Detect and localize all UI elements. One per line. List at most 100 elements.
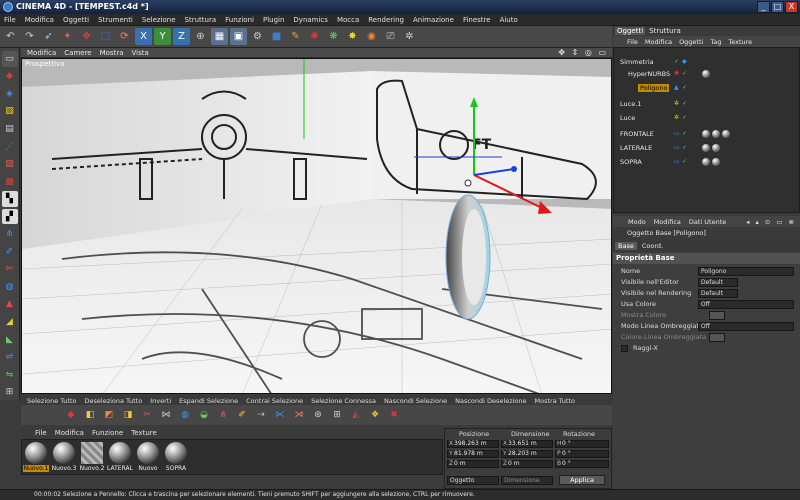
camera-icon[interactable]: ⎚ <box>382 28 399 45</box>
material-item[interactable]: LATERAL <box>107 442 133 472</box>
menu-plugin[interactable]: Plugin <box>263 16 284 24</box>
menu-aiuto[interactable]: Aiuto <box>500 16 518 24</box>
lock-y-icon[interactable]: Y <box>154 28 171 45</box>
deselect-all-link[interactable]: Deseleziona Tutto <box>85 397 143 405</box>
brush-tool-icon[interactable]: ✐ <box>234 407 250 423</box>
bridge-tool-icon[interactable]: ◨ <box>120 407 136 423</box>
object-row-frontale[interactable]: FRONTALE ▭ ✓ <box>614 128 799 140</box>
object-check-icon[interactable]: ✓ <box>682 84 687 91</box>
menu-rendering[interactable]: Rendering <box>368 16 404 24</box>
material-tag-icon[interactable] <box>702 130 710 138</box>
render-picture-icon[interactable]: ▣ <box>230 28 247 45</box>
material-tag-icon[interactable] <box>702 70 710 78</box>
magnet-tool-icon[interactable]: ⋔ <box>215 407 231 423</box>
bevel-icon[interactable]: ◢ <box>2 314 18 330</box>
nurbs-icon[interactable]: ✺ <box>306 28 323 45</box>
edges-mode-icon[interactable]: ▨ <box>2 156 18 172</box>
checker-icon[interactable]: ▚ <box>1 191 18 207</box>
stitch-tool-icon[interactable]: ❖ <box>367 407 383 423</box>
om-menu-file[interactable]: File <box>627 38 638 46</box>
extrude-inner-icon[interactable]: ◧ <box>82 407 98 423</box>
render-settings-icon[interactable]: ⚙ <box>249 28 266 45</box>
invert-selection-link[interactable]: Inverti <box>150 397 171 405</box>
coord-mode-dropdown[interactable]: Oggetto <box>447 476 499 485</box>
smooth-icon[interactable]: ◣ <box>2 332 18 348</box>
live-select-icon[interactable]: ✦ <box>59 28 76 45</box>
line-color-swatch[interactable] <box>709 333 725 342</box>
menu-strumenti[interactable]: Strumenti <box>98 16 133 24</box>
material-menu-modifica[interactable]: Modifica <box>55 429 84 437</box>
select-all-link[interactable]: Selezione Tutto <box>27 397 77 405</box>
texture-axis-icon[interactable]: ▤ <box>2 121 18 137</box>
minimize-button[interactable]: _ <box>757 1 770 13</box>
position-z-field[interactable]: Z0 m <box>447 460 499 468</box>
menu-dynamics[interactable]: Dynamics <box>293 16 328 24</box>
size-z-field[interactable]: Z0 m <box>501 460 553 468</box>
om-menu-modifica[interactable]: Modifica <box>645 38 672 46</box>
weld-tool-icon[interactable]: ◍ <box>177 407 193 423</box>
tab-oggetti[interactable]: Oggetti <box>615 27 646 35</box>
visible-render-dropdown[interactable]: Default <box>698 289 738 298</box>
points-mode-icon[interactable]: ⋰ <box>2 139 18 155</box>
selected-polygon-ring[interactable] <box>445 194 491 320</box>
lock-z-icon[interactable]: Z <box>173 28 190 45</box>
select-pointer-icon[interactable]: ➶ <box>40 28 57 45</box>
weld-icon[interactable]: ◍ <box>2 279 18 295</box>
menu-mocca[interactable]: Mocca <box>337 16 359 24</box>
material-menu-texture[interactable]: Texture <box>131 429 157 437</box>
display-color-swatch[interactable] <box>709 311 725 320</box>
menu-file[interactable]: File <box>4 16 16 24</box>
material-menu-file[interactable]: File <box>35 429 47 437</box>
material-item[interactable]: Nuovo <box>135 442 161 472</box>
object-row-sopra[interactable]: SOPRA ▭ ✓ <box>614 156 799 168</box>
mirror-tool-icon[interactable]: ⋊ <box>291 407 307 423</box>
dissolve-tool-icon[interactable]: ✖ <box>386 407 402 423</box>
material-item[interactable]: Nuovo.2 <box>79 442 105 472</box>
mirror-icon[interactable]: ⇋ <box>2 367 18 383</box>
cube-primitive-icon[interactable]: ■ <box>268 28 285 45</box>
material-tag-icon[interactable] <box>712 158 720 166</box>
move-icon[interactable]: ✥ <box>78 28 95 45</box>
rotation-h-field[interactable]: H0 ° <box>555 440 609 448</box>
brush-icon[interactable]: ✐ <box>2 244 18 260</box>
use-object-icon[interactable]: ◆ <box>2 69 18 85</box>
material-tag-icon[interactable] <box>712 144 720 152</box>
menu-finestre[interactable]: Finestre <box>463 16 491 24</box>
use-object-axis-icon[interactable]: ◈ <box>2 86 18 102</box>
edge-cut-icon[interactable]: ⋈ <box>158 407 174 423</box>
split-tool-icon[interactable]: ⋉ <box>272 407 288 423</box>
subdivide-tool-icon[interactable]: ⊞ <box>329 407 345 423</box>
light-icon[interactable]: ✲ <box>401 28 418 45</box>
show-all-link[interactable]: Mostra Tutto <box>535 397 575 405</box>
tab-coord[interactable]: Coord. <box>639 242 666 250</box>
close-button[interactable]: X <box>785 1 798 13</box>
render-view-icon[interactable]: ▦ <box>211 28 228 45</box>
object-row-hypernurbs[interactable]: HyperNURBS ✺ ✓ <box>614 68 799 80</box>
apply-button[interactable]: Applica <box>559 475 605 485</box>
material-tag-icon[interactable] <box>702 158 710 166</box>
am-menu-modo[interactable]: Modo <box>628 218 646 226</box>
knife-tool-icon[interactable]: ✂ <box>139 407 155 423</box>
om-menu-texture[interactable]: Texture <box>728 38 752 46</box>
bridge-icon[interactable]: ⇌ <box>2 349 18 365</box>
object-row-simmetria[interactable]: Simmetria ✓ ◆ <box>614 56 799 68</box>
visible-editor-dropdown[interactable]: Default <box>698 278 738 287</box>
object-check-icon[interactable]: ✓ <box>682 70 687 77</box>
viewport-menu-mostra[interactable]: Mostra <box>100 49 124 57</box>
object-row-poligono[interactable]: Poligono ▲ ✓ <box>614 82 799 94</box>
optimize-tool-icon[interactable]: ⊛ <box>310 407 326 423</box>
name-input[interactable]: Poligono <box>698 267 794 276</box>
rotation-b-field[interactable]: B0 ° <box>555 460 609 468</box>
material-item[interactable]: Nuovo.1 <box>22 442 50 472</box>
viewport-menu-vista[interactable]: Vista <box>132 49 149 57</box>
deformer-icon[interactable]: ✸ <box>344 28 361 45</box>
rotate-icon[interactable]: ⟳ <box>116 28 133 45</box>
am-menu-dati-utente[interactable]: Dati Utente <box>689 218 726 226</box>
texture-icon[interactable]: ▧ <box>2 104 18 120</box>
menu-animazione[interactable]: Animazione <box>413 16 454 24</box>
use-model-icon[interactable]: ▭ <box>1 51 18 67</box>
object-check-icon[interactable]: ✓ <box>682 100 687 107</box>
material-tag-icon[interactable] <box>702 144 710 152</box>
object-check-icon[interactable]: ✓ <box>682 130 687 137</box>
om-menu-tag[interactable]: Tag <box>710 38 721 46</box>
